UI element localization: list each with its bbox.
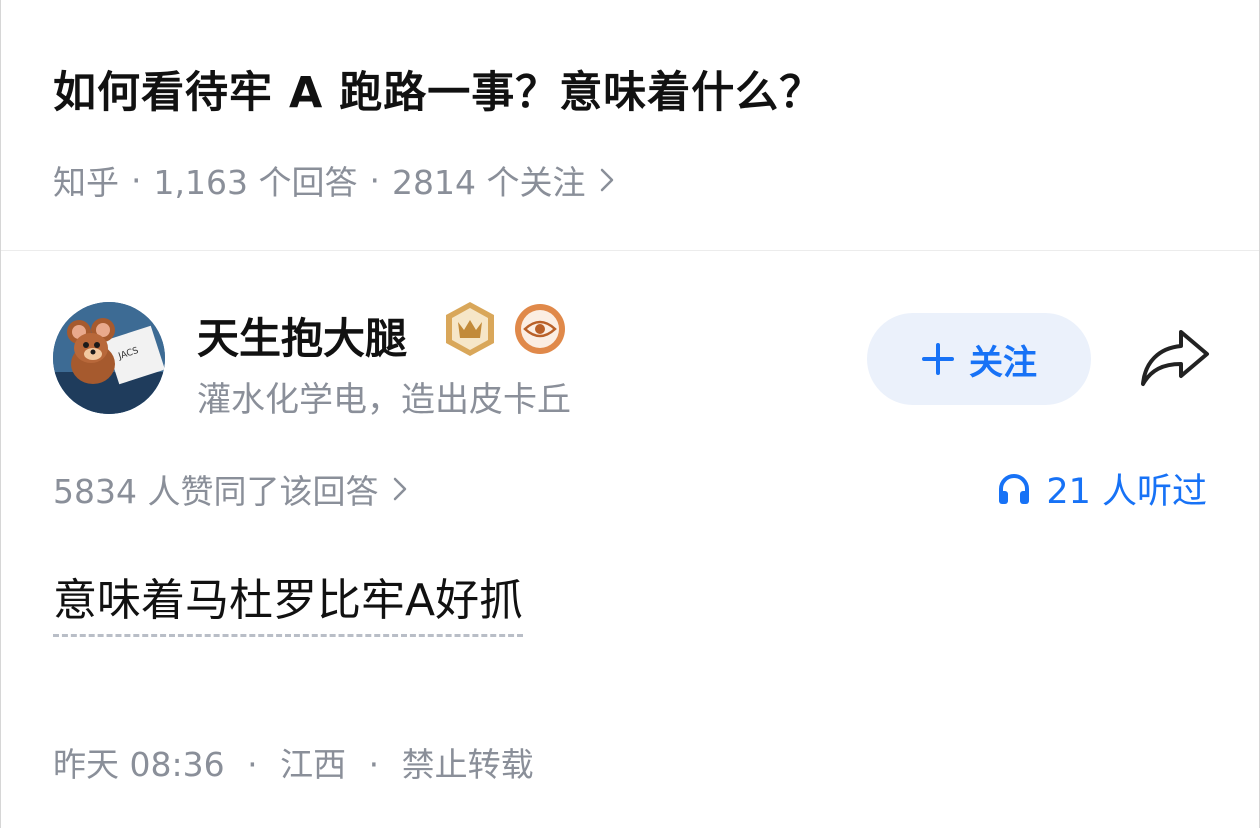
follow-button[interactable]: 关注	[867, 313, 1091, 405]
eye-badge-icon[interactable]	[513, 302, 567, 356]
section-divider	[1, 250, 1259, 251]
meta-separator: ·	[131, 160, 142, 200]
meta-separator: ·	[368, 745, 380, 784]
follow-label: 关注	[969, 342, 1037, 383]
meta-separator: ·	[369, 160, 380, 200]
crown-badge-icon[interactable]	[443, 300, 497, 358]
headphones-icon	[996, 471, 1032, 507]
follower-count: 2814 个关注	[391, 163, 586, 202]
answer-footer: 昨天 08:36 · 江西 · 禁止转载	[53, 738, 534, 786]
answer-content[interactable]: 意味着马杜罗比牢A好抓	[53, 564, 524, 637]
vote-summary[interactable]: 5834 人赞同了该回答	[53, 465, 408, 513]
question-meta[interactable]: 知乎 · 1,163 个回答 · 2814 个关注	[53, 156, 615, 204]
answer-time: 昨天 08:36	[53, 745, 225, 784]
plus-icon	[921, 342, 955, 376]
question-title[interactable]: 如何看待牢 A 跑路一事？意味着什么？	[53, 58, 823, 120]
vote-count: 5834 人赞同了该回答	[53, 472, 379, 511]
answer-count: 1,163 个回答	[153, 163, 358, 202]
author-bio: 灌水化学电，造出皮卡丘	[197, 380, 571, 420]
question-source: 知乎	[53, 163, 119, 202]
share-arrow-icon[interactable]	[1137, 326, 1213, 392]
chevron-right-icon	[392, 476, 408, 502]
listened-count-button[interactable]: 21 人听过	[996, 463, 1207, 514]
author-avatar[interactable]: JACS	[53, 302, 165, 414]
chevron-right-icon	[599, 167, 615, 193]
listened-count: 21 人听过	[1046, 472, 1207, 512]
author-name[interactable]: 天生抱大腿	[197, 305, 407, 366]
answer-page: 如何看待牢 A 跑路一事？意味着什么？ 知乎 · 1,163 个回答 · 281…	[0, 0, 1260, 828]
meta-separator: ·	[247, 745, 258, 784]
copyright-notice: 禁止转载	[401, 745, 534, 784]
answer-location: 江西	[280, 745, 347, 784]
